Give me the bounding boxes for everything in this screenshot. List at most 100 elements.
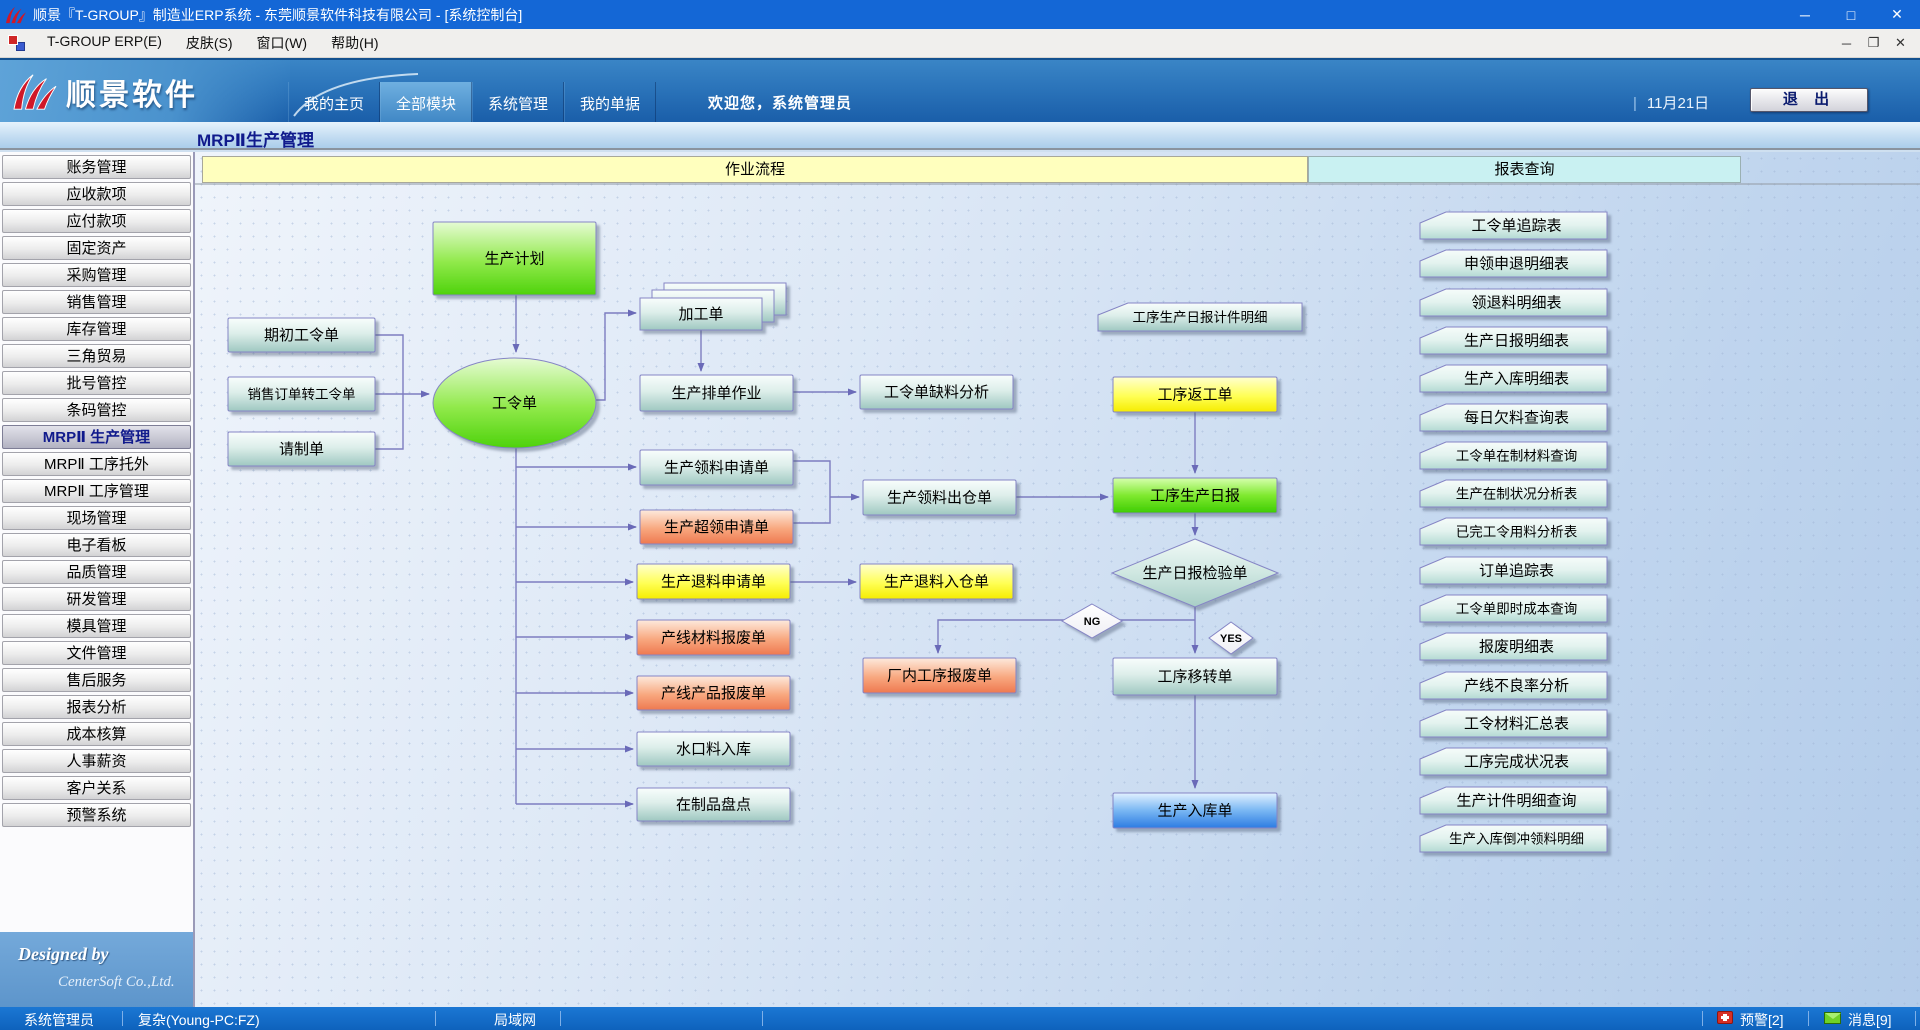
node-processing-order[interactable]: 加工单 (640, 283, 786, 330)
divider (1915, 1011, 1916, 1026)
report-button[interactable]: 生产在制状况分析表 (1420, 480, 1607, 507)
svg-text:NG: NG (1084, 616, 1101, 628)
divider (435, 1011, 436, 1026)
svg-text:产线不良率分析: 产线不良率分析 (1464, 678, 1569, 695)
report-button[interactable]: 工令材料汇总表 (1420, 710, 1607, 737)
svg-text:生产入库单: 生产入库单 (1157, 803, 1232, 820)
node-process-daily-piecework[interactable]: 工序生产日报计件明细 (1098, 303, 1302, 331)
svg-text:工令材料汇总表: 工令材料汇总表 (1464, 716, 1569, 733)
report-button[interactable]: 生产入库明细表 (1420, 365, 1607, 392)
message-icon (1824, 1012, 1841, 1024)
svg-text:加工单: 加工单 (678, 306, 723, 323)
flowchart-layer: 生产计划期初工令单销售订单转工令单请制单工令单加工单生产排单作业工令单缺料分析生… (0, 0, 1920, 1030)
svg-text:生产退料申请单: 生产退料申请单 (661, 574, 766, 591)
report-button[interactable]: 工令单在制材料查询 (1420, 442, 1607, 469)
node-request-order[interactable]: 请制单 (228, 432, 375, 466)
report-button[interactable]: 生产入库倒冲领料明细 (1420, 825, 1607, 852)
status-computer: 复杂(Young-PC:FZ) (138, 1010, 260, 1030)
svg-text:请制单: 请制单 (279, 441, 324, 458)
svg-text:生产入库倒冲领料明细: 生产入库倒冲领料明细 (1449, 832, 1584, 847)
report-button[interactable]: 生产计件明细查询 (1420, 787, 1607, 814)
node-daily-inspection[interactable]: 生产日报检验单 (1112, 539, 1278, 607)
node-work-order[interactable]: 工令单 (433, 358, 596, 448)
node-process-daily-report[interactable]: 工序生产日报 (1113, 478, 1277, 513)
status-bar: 系统管理员 复杂(Young-PC:FZ) 局域网 预警[2] 消息[9] (0, 1007, 1920, 1030)
svg-text:已完工令用料分析表: 已完工令用料分析表 (1456, 525, 1578, 540)
svg-text:生产计划: 生产计划 (484, 251, 544, 268)
report-button[interactable]: 生产日报明细表 (1420, 327, 1607, 354)
node-sprue-material-in[interactable]: 水口料入库 (637, 732, 790, 766)
report-button[interactable]: 领退料明细表 (1420, 289, 1607, 316)
report-button[interactable]: 工令单即时成本查询 (1420, 595, 1607, 622)
svg-text:生产领料出仓单: 生产领料出仓单 (887, 490, 992, 507)
report-button[interactable]: 报废明细表 (1420, 633, 1607, 660)
node-yes[interactable]: YES (1209, 622, 1253, 654)
svg-text:生产超领申请单: 生产超领申请单 (664, 519, 769, 536)
status-network: 局域网 (470, 1010, 560, 1030)
node-excess-request[interactable]: 生产超领申请单 (640, 510, 793, 544)
node-production-plan[interactable]: 生产计划 (433, 222, 596, 295)
report-buttons: 工令单追踪表申领申退明细表领退料明细表生产日报明细表生产入库明细表每日欠料查询表… (1420, 212, 1607, 852)
svg-text:订单追踪表: 订单追踪表 (1479, 563, 1554, 580)
svg-text:工令单即时成本查询: 工令单即时成本查询 (1456, 602, 1578, 617)
svg-text:报废明细表: 报废明细表 (1479, 639, 1554, 656)
alert-icon (1717, 1011, 1733, 1024)
svg-text:生产日报明细表: 生产日报明细表 (1464, 333, 1569, 350)
svg-text:工序返工单: 工序返工单 (1157, 387, 1232, 404)
svg-text:工令单追踪表: 工令单追踪表 (1471, 218, 1561, 235)
node-line-product-scrap[interactable]: 产线产品报废单 (637, 676, 790, 710)
svg-text:工令单在制材料查询: 工令单在制材料查询 (1456, 449, 1578, 464)
divider (1808, 1011, 1809, 1026)
node-line-material-scrap[interactable]: 产线材料报废单 (637, 620, 790, 655)
svg-text:期初工令单: 期初工令单 (264, 327, 339, 344)
report-button[interactable]: 工序完成状况表 (1420, 748, 1607, 775)
svg-text:生产排单作业: 生产排单作业 (671, 385, 761, 402)
node-shortage-analysis[interactable]: 工令单缺料分析 (860, 375, 1013, 409)
node-material-issue[interactable]: 生产领料出仓单 (863, 480, 1016, 515)
svg-text:生产日报检验单: 生产日报检验单 (1142, 565, 1247, 582)
svg-text:领退料明细表: 领退料明细表 (1471, 295, 1561, 312)
svg-text:生产领料申请单: 生产领料申请单 (664, 460, 769, 477)
status-message[interactable]: 消息[9] (1848, 1010, 1892, 1030)
node-material-request[interactable]: 生产领料申请单 (640, 450, 793, 485)
report-button[interactable]: 申领申退明细表 (1420, 250, 1607, 277)
node-scheduling[interactable]: 生产排单作业 (640, 375, 793, 411)
node-initial-work-order[interactable]: 期初工令单 (228, 318, 375, 352)
svg-text:YES: YES (1220, 633, 1242, 645)
node-return-in[interactable]: 生产退料入仓单 (860, 564, 1013, 599)
svg-text:工序生产日报计件明细: 工序生产日报计件明细 (1133, 310, 1268, 325)
node-wip-stocktake[interactable]: 在制品盘点 (637, 788, 790, 821)
divider (1702, 1011, 1703, 1026)
svg-text:生产在制状况分析表: 生产在制状况分析表 (1456, 487, 1578, 502)
svg-text:厂内工序报废单: 厂内工序报废单 (887, 668, 992, 685)
svg-text:工序移转单: 工序移转单 (1157, 669, 1232, 686)
node-ng[interactable]: NG (1062, 604, 1122, 638)
node-return-request[interactable]: 生产退料申请单 (637, 564, 790, 599)
report-button[interactable]: 产线不良率分析 (1420, 672, 1607, 699)
svg-text:销售订单转工令单: 销售订单转工令单 (248, 387, 356, 402)
svg-text:生产计件明细查询: 生产计件明细查询 (1456, 793, 1576, 810)
svg-text:产线产品报废单: 产线产品报废单 (661, 685, 766, 702)
divider (122, 1011, 123, 1026)
svg-text:在制品盘点: 在制品盘点 (676, 796, 751, 814)
report-button[interactable]: 订单追踪表 (1420, 557, 1607, 584)
report-button[interactable]: 已完工令用料分析表 (1420, 518, 1607, 545)
divider (762, 1011, 763, 1026)
svg-text:产线材料报废单: 产线材料报废单 (661, 630, 766, 647)
node-factory-process-scrap[interactable]: 厂内工序报废单 (863, 658, 1016, 693)
report-button[interactable]: 工令单追踪表 (1420, 212, 1607, 239)
node-process-rework[interactable]: 工序返工单 (1113, 377, 1277, 412)
svg-text:每日欠料查询表: 每日欠料查询表 (1464, 410, 1569, 427)
node-process-transfer[interactable]: 工序移转单 (1113, 658, 1277, 695)
svg-text:工令单: 工令单 (492, 395, 537, 412)
node-sales-to-work-order[interactable]: 销售订单转工令单 (228, 377, 375, 411)
status-alert[interactable]: 预警[2] (1740, 1010, 1784, 1030)
node-production-in[interactable]: 生产入库单 (1113, 793, 1277, 828)
svg-text:工序完成状况表: 工序完成状况表 (1464, 754, 1569, 771)
erp-application-window: 顺景『T-GROUP』制造业ERP系统 - 东莞顺景软件科技有限公司 - [系统… (0, 0, 1920, 1030)
svg-text:水口料入库: 水口料入库 (676, 741, 751, 758)
svg-text:申领申退明细表: 申领申退明细表 (1464, 256, 1569, 273)
report-button[interactable]: 每日欠料查询表 (1420, 404, 1607, 431)
flow-nodes: 生产计划期初工令单销售订单转工令单请制单工令单加工单生产排单作业工令单缺料分析生… (228, 222, 1302, 828)
divider (560, 1011, 561, 1026)
